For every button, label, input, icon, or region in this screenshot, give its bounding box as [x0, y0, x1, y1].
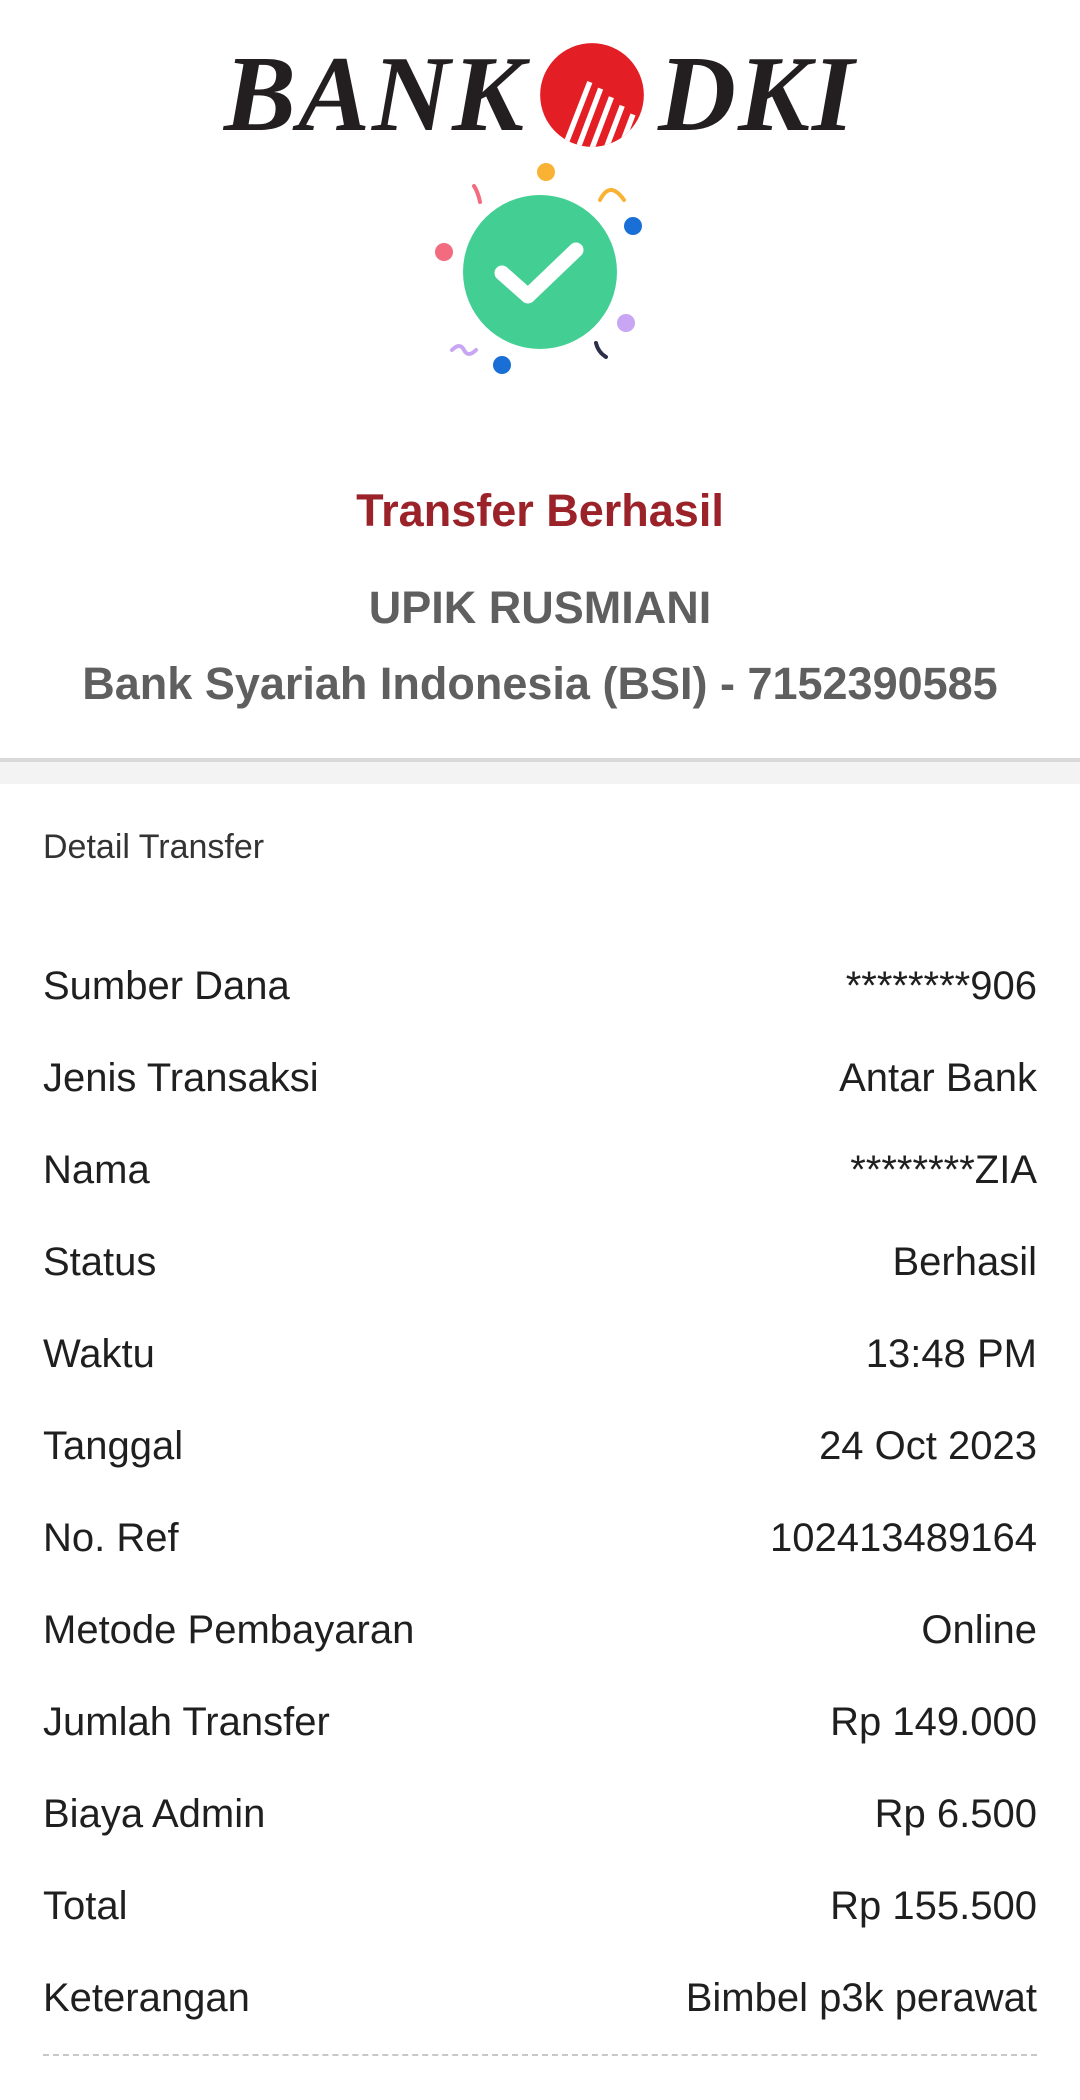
detail-label: No. Ref: [43, 1515, 179, 1560]
bank-logo: BANK DKI: [0, 30, 1080, 160]
detail-row-no-ref: No. Ref 102413489164: [43, 1492, 1037, 1584]
detail-value: Berhasil: [892, 1239, 1037, 1284]
detail-label: Total: [43, 1883, 128, 1928]
detail-row-metode-pembayaran: Metode Pembayaran Online: [43, 1584, 1037, 1676]
detail-value: Online: [921, 1607, 1037, 1652]
detail-value: Antar Bank: [839, 1055, 1037, 1100]
detail-row-tanggal: Tanggal 24 Oct 2023: [43, 1400, 1037, 1492]
recipient-bank-account: Bank Syariah Indonesia (BSI) - 715239058…: [82, 658, 998, 709]
bank-name-left: BANK: [223, 35, 527, 154]
bank-logo-lockup: BANK DKI: [224, 30, 856, 160]
detail-row-biaya-admin: Biaya Admin Rp 6.500: [43, 1768, 1037, 1860]
detail-row-jenis-transaksi: Jenis Transaksi Antar Bank: [43, 1032, 1037, 1124]
detail-label: Tanggal: [43, 1423, 184, 1468]
recipient-name: UPIK RUSMIANI: [368, 582, 712, 633]
detail-value: 24 Oct 2023: [819, 1423, 1037, 1468]
detail-label: Nama: [43, 1147, 150, 1192]
detail-row-waktu: Waktu 13:48 PM: [43, 1308, 1037, 1400]
detail-value: ********906: [845, 963, 1037, 1008]
detail-value: Rp 149.000: [830, 1699, 1037, 1744]
detail-value: 102413489164: [770, 1515, 1037, 1560]
detail-label: Status: [43, 1239, 157, 1284]
bank-dki-logo-icon: [540, 43, 644, 147]
detail-label: Jenis Transaksi: [43, 1055, 319, 1100]
detail-label: Sumber Dana: [43, 963, 290, 1008]
transfer-receipt-screen: BANK DKI Transfer Berhasil UPIK RUSMIANI…: [0, 0, 1080, 2100]
detail-row-nama: Nama ********ZIA: [43, 1124, 1037, 1216]
transfer-status-title: Transfer Berhasil: [356, 485, 724, 536]
detail-value: Bimbel p3k perawat: [685, 1975, 1037, 2020]
bank-name-right: DKI: [658, 35, 857, 154]
detail-label: Waktu: [43, 1331, 155, 1376]
transfer-detail-list: Sumber Dana ********906 Jenis Transaksi …: [43, 940, 1037, 2044]
detail-row-total: Total Rp 155.500: [43, 1860, 1037, 1952]
detail-row-status: Status Berhasil: [43, 1216, 1037, 1308]
detail-value: Rp 155.500: [830, 1883, 1037, 1928]
detail-row-jumlah-transfer: Jumlah Transfer Rp 149.000: [43, 1676, 1037, 1768]
detail-value: Rp 6.500: [874, 1791, 1037, 1836]
detail-row-keterangan: Keterangan Bimbel p3k perawat: [43, 1952, 1037, 2044]
check-circle-icon: [435, 163, 642, 374]
detail-label: Keterangan: [43, 1975, 250, 2020]
detail-label: Jumlah Transfer: [43, 1699, 330, 1744]
detail-row-sumber-dana: Sumber Dana ********906: [43, 940, 1037, 1032]
detail-value: ********ZIA: [850, 1147, 1037, 1192]
detail-section-title: Detail Transfer: [43, 828, 265, 866]
detail-label: Metode Pembayaran: [43, 1607, 415, 1652]
detail-value: 13:48 PM: [865, 1331, 1037, 1376]
receipt-dashed-divider: [43, 2054, 1037, 2056]
section-divider-band: [0, 762, 1080, 784]
detail-label: Biaya Admin: [43, 1791, 266, 1836]
